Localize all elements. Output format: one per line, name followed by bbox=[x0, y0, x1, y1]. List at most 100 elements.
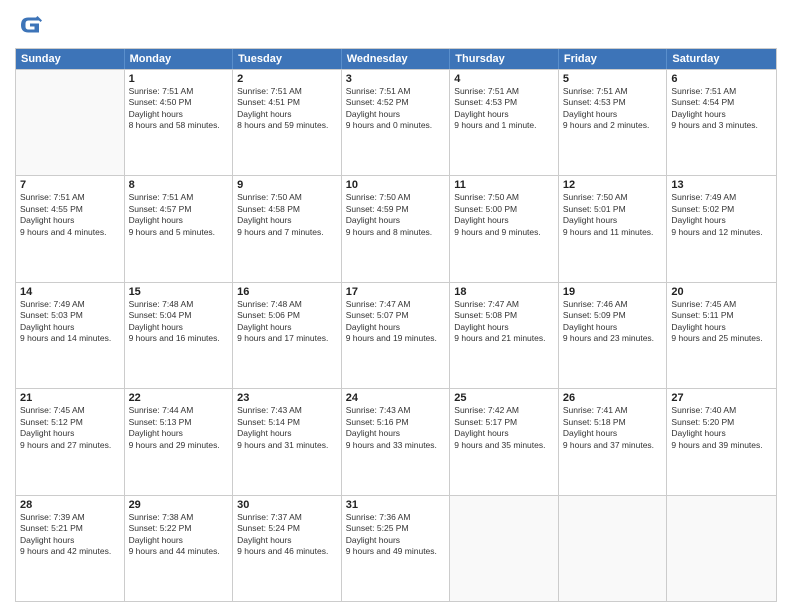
day-number: 6 bbox=[671, 73, 772, 85]
page: SundayMondayTuesdayWednesdayThursdayFrid… bbox=[0, 0, 792, 612]
day-info: Sunrise: 7:51 AMSunset: 4:51 PMDaylight … bbox=[237, 86, 337, 132]
day-number: 15 bbox=[129, 286, 229, 298]
day-info: Sunrise: 7:49 AMSunset: 5:03 PMDaylight … bbox=[20, 299, 120, 345]
table-row: 1Sunrise: 7:51 AMSunset: 4:50 PMDaylight… bbox=[125, 70, 234, 175]
header-cell-sunday: Sunday bbox=[16, 49, 125, 69]
table-row: 5Sunrise: 7:51 AMSunset: 4:53 PMDaylight… bbox=[559, 70, 668, 175]
day-info: Sunrise: 7:51 AMSunset: 4:54 PMDaylight … bbox=[671, 86, 772, 132]
day-number: 23 bbox=[237, 392, 337, 404]
day-number: 11 bbox=[454, 179, 554, 191]
table-row: 20Sunrise: 7:45 AMSunset: 5:11 PMDayligh… bbox=[667, 283, 776, 388]
day-info: Sunrise: 7:40 AMSunset: 5:20 PMDaylight … bbox=[671, 405, 772, 451]
table-row: 18Sunrise: 7:47 AMSunset: 5:08 PMDayligh… bbox=[450, 283, 559, 388]
day-number: 19 bbox=[563, 286, 663, 298]
day-number: 28 bbox=[20, 499, 120, 511]
day-info: Sunrise: 7:50 AMSunset: 4:58 PMDaylight … bbox=[237, 192, 337, 238]
table-row: 11Sunrise: 7:50 AMSunset: 5:00 PMDayligh… bbox=[450, 176, 559, 281]
header bbox=[15, 10, 777, 40]
table-row: 10Sunrise: 7:50 AMSunset: 4:59 PMDayligh… bbox=[342, 176, 451, 281]
table-row: 26Sunrise: 7:41 AMSunset: 5:18 PMDayligh… bbox=[559, 389, 668, 494]
day-info: Sunrise: 7:37 AMSunset: 5:24 PMDaylight … bbox=[237, 512, 337, 558]
day-info: Sunrise: 7:45 AMSunset: 5:11 PMDaylight … bbox=[671, 299, 772, 345]
calendar: SundayMondayTuesdayWednesdayThursdayFrid… bbox=[15, 48, 777, 602]
day-info: Sunrise: 7:51 AMSunset: 4:55 PMDaylight … bbox=[20, 192, 120, 238]
calendar-week-2: 7Sunrise: 7:51 AMSunset: 4:55 PMDaylight… bbox=[16, 175, 776, 281]
day-number: 27 bbox=[671, 392, 772, 404]
day-info: Sunrise: 7:50 AMSunset: 5:00 PMDaylight … bbox=[454, 192, 554, 238]
day-number: 20 bbox=[671, 286, 772, 298]
day-number: 13 bbox=[671, 179, 772, 191]
table-row: 14Sunrise: 7:49 AMSunset: 5:03 PMDayligh… bbox=[16, 283, 125, 388]
day-number: 17 bbox=[346, 286, 446, 298]
table-row: 25Sunrise: 7:42 AMSunset: 5:17 PMDayligh… bbox=[450, 389, 559, 494]
table-row: 30Sunrise: 7:37 AMSunset: 5:24 PMDayligh… bbox=[233, 496, 342, 601]
table-row: 12Sunrise: 7:50 AMSunset: 5:01 PMDayligh… bbox=[559, 176, 668, 281]
table-row: 19Sunrise: 7:46 AMSunset: 5:09 PMDayligh… bbox=[559, 283, 668, 388]
table-row bbox=[559, 496, 668, 601]
table-row: 3Sunrise: 7:51 AMSunset: 4:52 PMDaylight… bbox=[342, 70, 451, 175]
logo bbox=[15, 10, 49, 40]
header-cell-monday: Monday bbox=[125, 49, 234, 69]
day-info: Sunrise: 7:47 AMSunset: 5:07 PMDaylight … bbox=[346, 299, 446, 345]
day-number: 2 bbox=[237, 73, 337, 85]
day-info: Sunrise: 7:51 AMSunset: 4:52 PMDaylight … bbox=[346, 86, 446, 132]
table-row: 29Sunrise: 7:38 AMSunset: 5:22 PMDayligh… bbox=[125, 496, 234, 601]
table-row: 6Sunrise: 7:51 AMSunset: 4:54 PMDaylight… bbox=[667, 70, 776, 175]
table-row: 21Sunrise: 7:45 AMSunset: 5:12 PMDayligh… bbox=[16, 389, 125, 494]
calendar-body: 1Sunrise: 7:51 AMSunset: 4:50 PMDaylight… bbox=[16, 69, 776, 601]
header-cell-thursday: Thursday bbox=[450, 49, 559, 69]
header-cell-saturday: Saturday bbox=[667, 49, 776, 69]
day-info: Sunrise: 7:39 AMSunset: 5:21 PMDaylight … bbox=[20, 512, 120, 558]
day-number: 16 bbox=[237, 286, 337, 298]
day-number: 18 bbox=[454, 286, 554, 298]
day-info: Sunrise: 7:38 AMSunset: 5:22 PMDaylight … bbox=[129, 512, 229, 558]
table-row: 27Sunrise: 7:40 AMSunset: 5:20 PMDayligh… bbox=[667, 389, 776, 494]
day-number: 10 bbox=[346, 179, 446, 191]
day-info: Sunrise: 7:45 AMSunset: 5:12 PMDaylight … bbox=[20, 405, 120, 451]
day-number: 26 bbox=[563, 392, 663, 404]
table-row: 31Sunrise: 7:36 AMSunset: 5:25 PMDayligh… bbox=[342, 496, 451, 601]
table-row: 22Sunrise: 7:44 AMSunset: 5:13 PMDayligh… bbox=[125, 389, 234, 494]
day-number: 22 bbox=[129, 392, 229, 404]
table-row: 7Sunrise: 7:51 AMSunset: 4:55 PMDaylight… bbox=[16, 176, 125, 281]
table-row bbox=[667, 496, 776, 601]
calendar-header: SundayMondayTuesdayWednesdayThursdayFrid… bbox=[16, 49, 776, 69]
table-row: 9Sunrise: 7:50 AMSunset: 4:58 PMDaylight… bbox=[233, 176, 342, 281]
table-row: 13Sunrise: 7:49 AMSunset: 5:02 PMDayligh… bbox=[667, 176, 776, 281]
day-info: Sunrise: 7:44 AMSunset: 5:13 PMDaylight … bbox=[129, 405, 229, 451]
day-number: 24 bbox=[346, 392, 446, 404]
day-info: Sunrise: 7:50 AMSunset: 5:01 PMDaylight … bbox=[563, 192, 663, 238]
day-number: 9 bbox=[237, 179, 337, 191]
calendar-week-1: 1Sunrise: 7:51 AMSunset: 4:50 PMDaylight… bbox=[16, 69, 776, 175]
day-number: 21 bbox=[20, 392, 120, 404]
logo-icon bbox=[15, 10, 45, 40]
day-info: Sunrise: 7:47 AMSunset: 5:08 PMDaylight … bbox=[454, 299, 554, 345]
header-cell-wednesday: Wednesday bbox=[342, 49, 451, 69]
table-row: 16Sunrise: 7:48 AMSunset: 5:06 PMDayligh… bbox=[233, 283, 342, 388]
day-number: 29 bbox=[129, 499, 229, 511]
day-number: 30 bbox=[237, 499, 337, 511]
day-number: 12 bbox=[563, 179, 663, 191]
day-info: Sunrise: 7:51 AMSunset: 4:53 PMDaylight … bbox=[563, 86, 663, 132]
day-number: 7 bbox=[20, 179, 120, 191]
day-info: Sunrise: 7:42 AMSunset: 5:17 PMDaylight … bbox=[454, 405, 554, 451]
table-row bbox=[16, 70, 125, 175]
table-row: 8Sunrise: 7:51 AMSunset: 4:57 PMDaylight… bbox=[125, 176, 234, 281]
table-row: 23Sunrise: 7:43 AMSunset: 5:14 PMDayligh… bbox=[233, 389, 342, 494]
day-info: Sunrise: 7:43 AMSunset: 5:14 PMDaylight … bbox=[237, 405, 337, 451]
day-number: 4 bbox=[454, 73, 554, 85]
day-number: 25 bbox=[454, 392, 554, 404]
day-info: Sunrise: 7:48 AMSunset: 5:04 PMDaylight … bbox=[129, 299, 229, 345]
calendar-week-5: 28Sunrise: 7:39 AMSunset: 5:21 PMDayligh… bbox=[16, 495, 776, 601]
table-row bbox=[450, 496, 559, 601]
day-info: Sunrise: 7:43 AMSunset: 5:16 PMDaylight … bbox=[346, 405, 446, 451]
table-row: 17Sunrise: 7:47 AMSunset: 5:07 PMDayligh… bbox=[342, 283, 451, 388]
table-row: 2Sunrise: 7:51 AMSunset: 4:51 PMDaylight… bbox=[233, 70, 342, 175]
calendar-week-4: 21Sunrise: 7:45 AMSunset: 5:12 PMDayligh… bbox=[16, 388, 776, 494]
day-info: Sunrise: 7:46 AMSunset: 5:09 PMDaylight … bbox=[563, 299, 663, 345]
day-number: 31 bbox=[346, 499, 446, 511]
day-info: Sunrise: 7:49 AMSunset: 5:02 PMDaylight … bbox=[671, 192, 772, 238]
day-number: 3 bbox=[346, 73, 446, 85]
day-number: 5 bbox=[563, 73, 663, 85]
header-cell-tuesday: Tuesday bbox=[233, 49, 342, 69]
